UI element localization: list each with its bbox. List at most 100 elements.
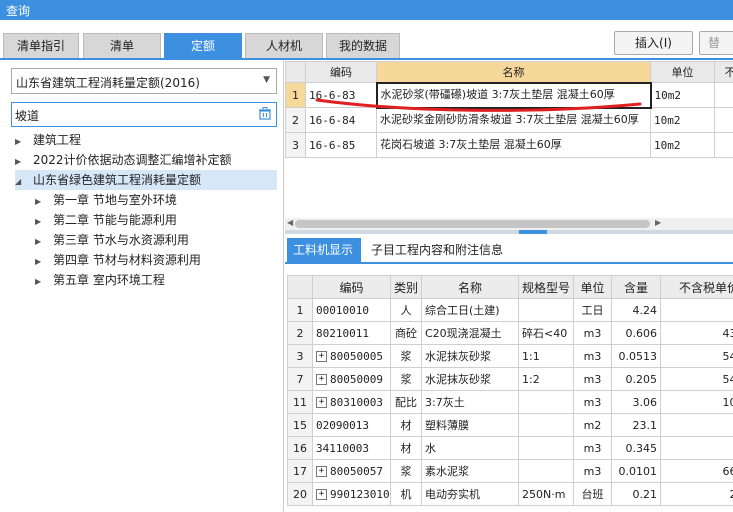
resource-category[interactable]: 配比 bbox=[390, 390, 422, 414]
resource-unit[interactable]: m3 bbox=[573, 436, 612, 460]
resource-code[interactable]: +80050005 bbox=[312, 344, 391, 368]
table-row[interactable]: 17 +80050057 浆素水泥浆 m3 0.0101 666.5 bbox=[287, 459, 733, 483]
resource-price[interactable]: 666.5 bbox=[660, 459, 733, 483]
resource-price[interactable]: 106.8 bbox=[660, 390, 733, 414]
resource-price[interactable]: 436.8 bbox=[660, 321, 733, 345]
resource-code[interactable]: +80050057 bbox=[312, 459, 391, 483]
resource-name[interactable]: 3:7灰土 bbox=[421, 390, 519, 414]
res-header-unit[interactable]: 单位 bbox=[573, 275, 612, 299]
scroll-left-icon[interactable]: ◀ bbox=[287, 218, 293, 227]
res-header-qty[interactable]: 含量 bbox=[611, 275, 661, 299]
panel-splitter[interactable] bbox=[285, 230, 733, 234]
replace-button[interactable]: 替 bbox=[699, 31, 733, 55]
resource-spec[interactable]: 250N·m bbox=[518, 482, 574, 506]
resource-spec[interactable]: 1:2 bbox=[518, 367, 574, 391]
resource-unit[interactable]: 台班 bbox=[573, 482, 612, 506]
resource-code[interactable]: +990123010 bbox=[312, 482, 391, 506]
clear-search-icon[interactable] bbox=[258, 106, 272, 120]
scroll-right-icon[interactable]: ▶ bbox=[655, 218, 661, 227]
expand-triangle-icon[interactable]: ▶ bbox=[15, 152, 27, 172]
res-header-name[interactable]: 名称 bbox=[421, 275, 519, 299]
tree-item-chapter-5[interactable]: ▶ 第五章 室内环境工程 bbox=[35, 270, 275, 290]
resource-qty[interactable]: 23.1 bbox=[611, 413, 661, 437]
resource-name[interactable]: 水 bbox=[421, 436, 519, 460]
library-select[interactable]: 山东省建筑工程消耗量定额(2016) ▼ bbox=[11, 68, 277, 94]
resource-unit[interactable]: m3 bbox=[573, 367, 612, 391]
resource-category[interactable]: 浆 bbox=[390, 367, 422, 391]
quota-unit[interactable]: 10m2 bbox=[650, 132, 715, 158]
quota-code[interactable]: 16-6-85 bbox=[305, 132, 377, 158]
table-row[interactable]: 7 +80050009 浆水泥抹灰砂浆 1:2 m3 0.205 544.1 bbox=[287, 367, 733, 391]
resource-name[interactable]: 电动夯实机 bbox=[421, 482, 519, 506]
tree-item-chapter-1[interactable]: ▶ 第一章 节地与室外环境 bbox=[35, 190, 275, 210]
insert-button[interactable]: 插入(I) bbox=[614, 31, 693, 55]
resource-unit[interactable]: m3 bbox=[573, 390, 612, 414]
res-header-category[interactable]: 类别 bbox=[390, 275, 422, 299]
resource-unit[interactable]: m3 bbox=[573, 321, 612, 345]
resource-spec[interactable] bbox=[518, 390, 574, 414]
table-row[interactable]: 11 +80310003 配比 3:7灰土 m3 3.06 106.8 bbox=[287, 390, 733, 414]
quota-name[interactable]: 花岗石坡道 3:7灰土垫层 混凝土60厚 bbox=[376, 132, 651, 158]
resource-spec[interactable] bbox=[518, 413, 574, 437]
resource-category[interactable]: 商砼 bbox=[390, 321, 422, 345]
resource-spec[interactable] bbox=[518, 436, 574, 460]
resource-unit[interactable]: 工日 bbox=[573, 298, 612, 322]
resource-spec[interactable] bbox=[518, 459, 574, 483]
tree-item-chapter-2[interactable]: ▶ 第二章 节能与能源利用 bbox=[35, 210, 275, 230]
res-header-price[interactable]: 不含税单价 bbox=[660, 275, 733, 299]
resource-category[interactable]: 机 bbox=[390, 482, 422, 506]
tab-resource-display[interactable]: 工料机显示 bbox=[287, 238, 361, 262]
collapse-triangle-icon[interactable]: ◢ bbox=[15, 172, 27, 192]
table-row[interactable]: 3 16-6-85 花岗石坡道 3:7灰土垫层 混凝土60厚 10m2 bbox=[285, 132, 733, 158]
expand-triangle-icon[interactable]: ▶ bbox=[35, 272, 47, 292]
resource-category[interactable]: 材 bbox=[390, 436, 422, 460]
expand-triangle-icon[interactable]: ▶ bbox=[15, 132, 27, 152]
res-header-spec[interactable]: 规格型号 bbox=[518, 275, 574, 299]
resource-name[interactable]: 水泥抹灰砂浆 bbox=[421, 344, 519, 368]
tab-list-guide[interactable]: 清单指引 bbox=[3, 33, 79, 58]
resource-unit[interactable]: m3 bbox=[573, 344, 612, 368]
table-row[interactable]: 2 80210011 商砼 C20现浇混凝土 碎石<40 m3 0.606 436.8 bbox=[287, 321, 733, 345]
resource-category[interactable]: 浆 bbox=[390, 459, 422, 483]
resource-name[interactable]: 综合工日(土建) bbox=[421, 298, 519, 322]
tree-item-2022-supplement[interactable]: ▶ 2022计价依据动态调整汇编增补定额 bbox=[15, 150, 275, 170]
table-row[interactable]: 3 +80050005 浆水泥抹灰砂浆 1:1 m3 0.0513 543.9 bbox=[287, 344, 733, 368]
resource-code[interactable]: 34110003 bbox=[312, 436, 391, 460]
resource-qty[interactable]: 0.345 bbox=[611, 436, 661, 460]
resource-code[interactable]: 00010010 bbox=[312, 298, 391, 322]
resource-code[interactable]: 02090013 bbox=[312, 413, 391, 437]
tree-item-chapter-3[interactable]: ▶ 第三章 节水与水资源利用 bbox=[35, 230, 275, 250]
table-row[interactable]: 20 +990123010 机电动夯实机 250N·m 台班 0.21 28.1 bbox=[287, 482, 733, 506]
resource-category[interactable]: 浆 bbox=[390, 344, 422, 368]
resource-category[interactable]: 材 bbox=[390, 413, 422, 437]
resource-name[interactable]: 塑料薄膜 bbox=[421, 413, 519, 437]
expand-triangle-icon[interactable]: ▶ bbox=[35, 192, 47, 212]
splitter-grip[interactable] bbox=[519, 230, 547, 234]
expand-plus-icon[interactable]: + bbox=[316, 351, 327, 362]
resource-qty[interactable]: 3.06 bbox=[611, 390, 661, 414]
expand-plus-icon[interactable]: + bbox=[316, 374, 327, 385]
res-header-code[interactable]: 编码 bbox=[312, 275, 391, 299]
expand-plus-icon[interactable]: + bbox=[316, 466, 327, 477]
resource-price[interactable]: 6.3 bbox=[660, 436, 733, 460]
search-input[interactable]: 坡道 bbox=[11, 102, 277, 127]
resource-name[interactable]: C20现浇混凝土 bbox=[421, 321, 519, 345]
tree-item-building[interactable]: ▶ 建筑工程 bbox=[15, 130, 275, 150]
tab-work-content-notes[interactable]: 子目工程内容和附注信息 bbox=[365, 238, 515, 262]
resource-category[interactable]: 人 bbox=[390, 298, 422, 322]
resource-name[interactable]: 素水泥浆 bbox=[421, 459, 519, 483]
resource-spec[interactable]: 碎石<40 bbox=[518, 321, 574, 345]
table-row[interactable]: 16 34110003 材水 m3 0.3456.3 bbox=[287, 436, 733, 460]
expand-triangle-icon[interactable]: ▶ bbox=[35, 232, 47, 252]
resource-qty[interactable]: 0.0101 bbox=[611, 459, 661, 483]
horizontal-scrollbar[interactable]: ◀ ▶ bbox=[285, 218, 733, 230]
resource-unit[interactable]: m3 bbox=[573, 459, 612, 483]
expand-triangle-icon[interactable]: ▶ bbox=[35, 252, 47, 272]
resource-qty[interactable]: 4.24 bbox=[611, 298, 661, 322]
resource-code[interactable]: 80210011 bbox=[312, 321, 391, 345]
resource-name[interactable]: 水泥抹灰砂浆 bbox=[421, 367, 519, 391]
tab-my-data[interactable]: 我的数据 bbox=[326, 33, 400, 58]
resource-unit[interactable]: m2 bbox=[573, 413, 612, 437]
resource-price[interactable]: 13 bbox=[660, 298, 733, 322]
table-row[interactable]: 15 02090013 材塑料薄膜 m2 23.11.8 bbox=[287, 413, 733, 437]
